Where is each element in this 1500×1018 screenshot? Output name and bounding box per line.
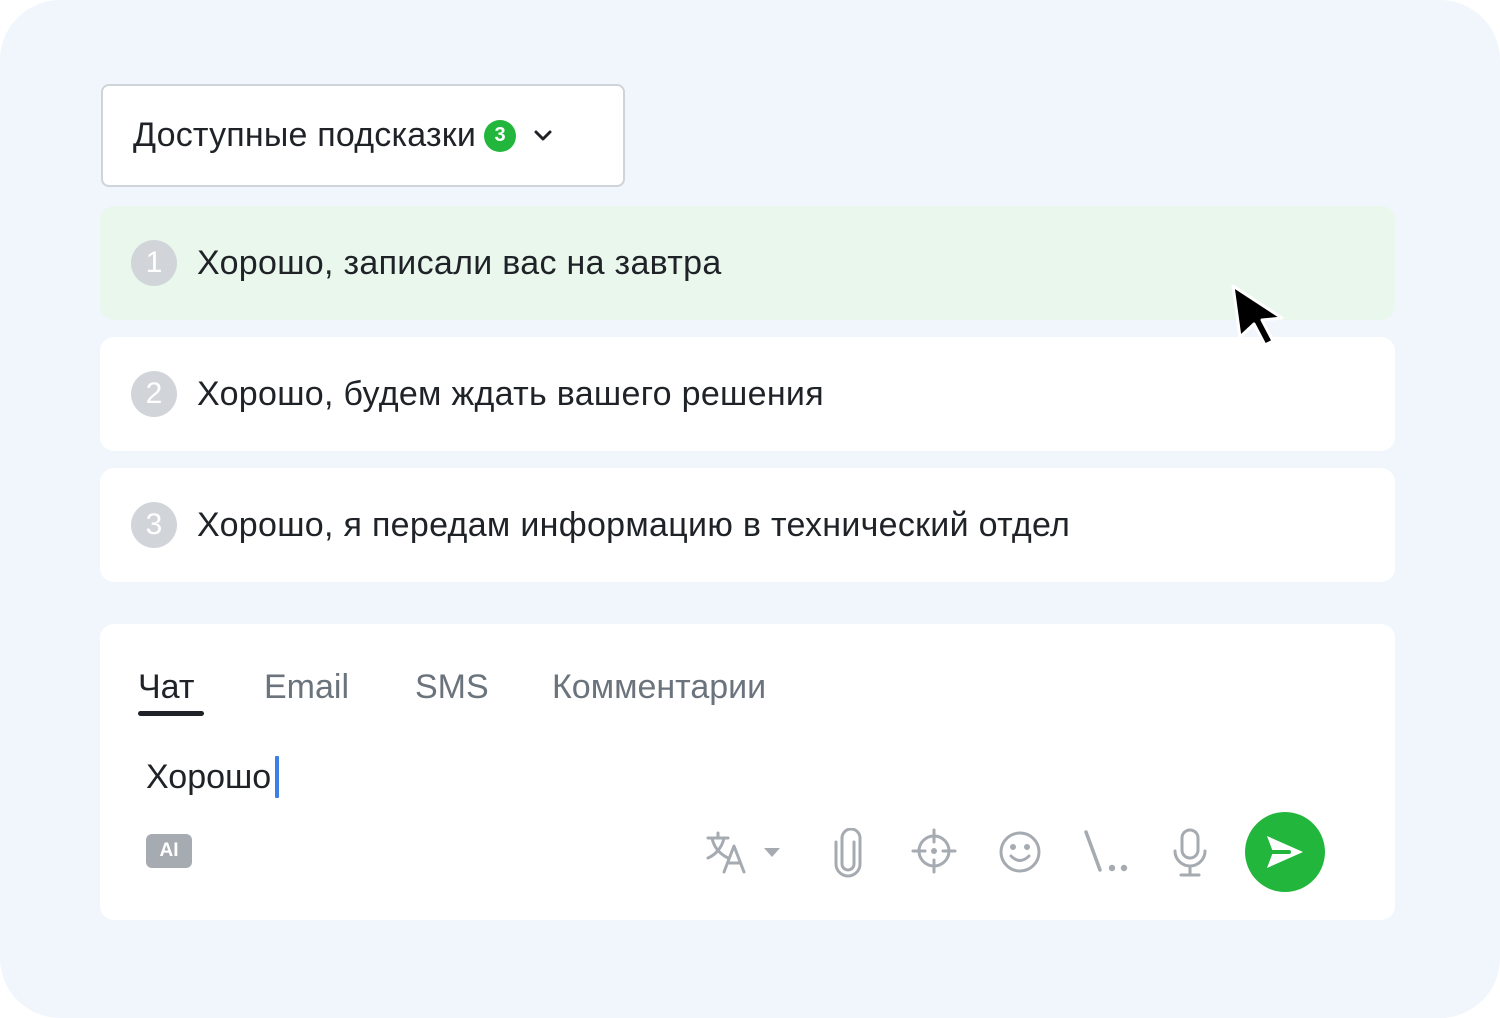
suggestion-number: 3 bbox=[131, 502, 177, 548]
mouse-pointer-icon bbox=[1231, 284, 1284, 347]
slash-commands-button[interactable] bbox=[1080, 828, 1132, 876]
target-button[interactable] bbox=[911, 828, 957, 874]
tab-sms[interactable]: SMS bbox=[415, 668, 489, 707]
smiley-icon bbox=[999, 831, 1041, 873]
suggestions-dropdown-label: Доступные подсказки bbox=[133, 116, 477, 154]
tab-comments[interactable]: Комментарии bbox=[552, 668, 766, 707]
message-input-value: Хорошо bbox=[146, 757, 272, 796]
text-caret bbox=[275, 756, 280, 798]
crosshair-icon bbox=[911, 828, 957, 874]
suggestion-text: Хорошо, я передам информацию в техническ… bbox=[197, 505, 1071, 544]
emoji-button[interactable] bbox=[997, 829, 1043, 875]
suggestions-dropdown[interactable]: Доступные подсказки 3 bbox=[101, 84, 625, 187]
tab-chat[interactable]: Чат bbox=[138, 668, 194, 707]
message-input[interactable]: Хорошо bbox=[146, 752, 1346, 802]
suggestion-item-1[interactable]: 1 Хорошо, записали вас на завтра bbox=[100, 206, 1395, 320]
microphone-icon bbox=[1173, 828, 1207, 877]
tab-email[interactable]: Email bbox=[264, 668, 349, 707]
suggestion-item-2[interactable]: 2 Хорошо, будем ждать вашего решения bbox=[100, 337, 1395, 451]
active-tab-indicator bbox=[138, 711, 204, 716]
paperclip-icon bbox=[834, 828, 862, 878]
ai-button[interactable]: AI bbox=[146, 834, 192, 868]
chevron-down-icon bbox=[534, 130, 552, 140]
suggestion-text: Хорошо, записали вас на завтра bbox=[197, 243, 722, 282]
suggestion-number: 2 bbox=[131, 371, 177, 417]
attach-button[interactable] bbox=[830, 828, 866, 878]
suggestion-text: Хорошо, будем ждать вашего решения bbox=[197, 374, 824, 413]
translate-icon bbox=[706, 831, 780, 874]
canvas: Доступные подсказки 3 1 Хорошо, записали… bbox=[0, 0, 1500, 1018]
voice-button[interactable] bbox=[1170, 827, 1210, 879]
send-button[interactable] bbox=[1245, 812, 1325, 892]
suggestion-number: 1 bbox=[131, 240, 177, 286]
translate-button[interactable] bbox=[704, 828, 786, 876]
suggestions-count-badge: 3 bbox=[484, 119, 517, 152]
suggestion-item-3[interactable]: 3 Хорошо, я передам информацию в техниче… bbox=[100, 468, 1395, 582]
send-icon bbox=[1267, 836, 1303, 868]
slash-commands-icon bbox=[1084, 830, 1128, 872]
message-composer: Чат Email SMS Комментарии Хорошо AI bbox=[100, 624, 1395, 920]
